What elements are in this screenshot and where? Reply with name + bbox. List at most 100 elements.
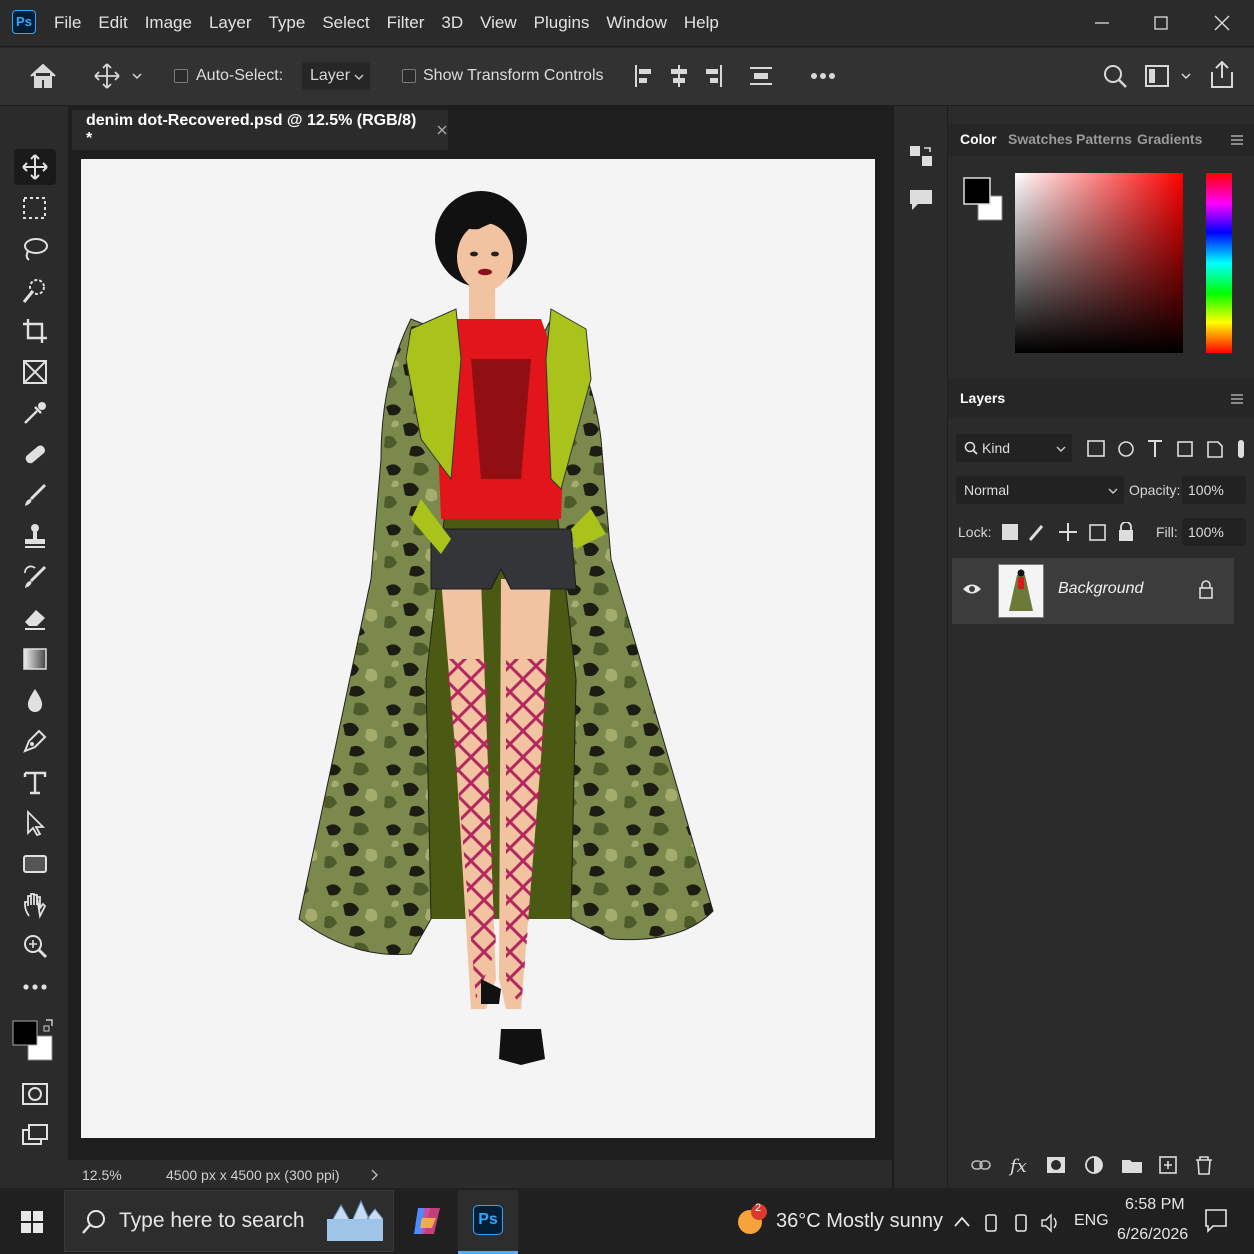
maximize-button[interactable] — [1131, 0, 1191, 46]
color-field[interactable] — [1015, 173, 1183, 353]
menu-image[interactable]: Image — [145, 0, 201, 46]
notifications-icon[interactable] — [1204, 1208, 1228, 1234]
screen-mode-button[interactable] — [14, 1117, 56, 1153]
rectangle-tool[interactable] — [14, 846, 56, 882]
healing-tool[interactable] — [14, 436, 56, 472]
blend-mode-select[interactable]: Normal — [956, 476, 1124, 504]
layer-filter-icons[interactable] — [1086, 438, 1246, 460]
image-filter-icon[interactable] — [1087, 440, 1105, 457]
photoshop-taskbar-app[interactable]: Ps — [458, 1190, 518, 1254]
lock-transparent-icon[interactable] — [1002, 524, 1018, 540]
menu-help[interactable]: Help — [684, 0, 728, 46]
foreground-color-swatch[interactable] — [963, 177, 991, 205]
frame-tool[interactable] — [14, 354, 56, 390]
lock-image-icon[interactable] — [1028, 525, 1044, 541]
menu-plugins[interactable]: Plugins — [534, 0, 599, 46]
workspace-button[interactable] — [1144, 63, 1194, 89]
eyedropper-tool[interactable] — [14, 395, 56, 431]
type-filter-icon[interactable] — [1148, 440, 1162, 457]
layers-panel-title[interactable]: Layers — [960, 390, 1005, 406]
new-group-icon[interactable] — [1122, 1160, 1142, 1173]
copilot-app[interactable] — [410, 1204, 444, 1238]
minimize-button[interactable] — [1072, 0, 1132, 46]
crop-tool[interactable] — [14, 313, 56, 349]
lock-artboard-icon[interactable] — [1089, 524, 1106, 541]
clock-date[interactable]: 6/26/2026 — [1117, 1226, 1188, 1244]
menu-type[interactable]: Type — [268, 0, 314, 46]
auto-select-checkbox[interactable] — [174, 69, 188, 83]
zoom-level[interactable]: 12.5% — [82, 1167, 122, 1183]
tab-patterns[interactable]: Patterns — [1076, 131, 1132, 147]
properties-icon[interactable] — [908, 144, 934, 168]
fill-input[interactable]: 100% — [1182, 518, 1246, 546]
lasso-tool[interactable] — [14, 231, 56, 267]
layer-name[interactable]: Background — [1058, 580, 1143, 598]
pen-tool[interactable] — [14, 723, 56, 759]
search-button[interactable] — [1102, 63, 1128, 89]
delete-layer-icon[interactable] — [1196, 1156, 1212, 1175]
lock-position-icon[interactable] — [1059, 523, 1077, 541]
battery-icon[interactable] — [1015, 1214, 1027, 1232]
taskbar-search[interactable]: Type here to search — [64, 1190, 394, 1252]
tab-swatches[interactable]: Swatches — [1008, 131, 1073, 147]
lock-icon[interactable] — [1198, 580, 1214, 600]
move-tool-preset[interactable] — [94, 62, 144, 90]
gradient-tool[interactable] — [14, 641, 56, 677]
hand-tool[interactable] — [14, 887, 56, 923]
chevron-right-icon[interactable] — [370, 1169, 378, 1181]
layer-select[interactable]: Layer — [302, 62, 370, 90]
swap-colors-icon[interactable] — [43, 1019, 53, 1032]
document-tab[interactable]: denim dot-Recovered.psd @ 12.5% (RGB/8) … — [72, 110, 448, 150]
shape-filter-icon[interactable] — [1177, 441, 1193, 457]
add-mask-icon[interactable] — [1047, 1157, 1065, 1173]
menu-window[interactable]: Window — [606, 0, 675, 46]
zoom-tool[interactable] — [14, 928, 56, 964]
fx-icon[interactable]: fx — [1008, 1156, 1027, 1177]
smart-object-filter-icon[interactable] — [1207, 441, 1223, 458]
layer-row[interactable]: Background — [952, 558, 1234, 624]
type-tool[interactable] — [14, 764, 56, 800]
chevron-up-icon[interactable] — [954, 1216, 970, 1227]
volume-icon[interactable] — [1041, 1213, 1057, 1233]
align-center-icon[interactable] — [671, 65, 687, 87]
panel-menu-icon[interactable] — [1230, 393, 1244, 405]
close-tab-icon[interactable] — [436, 124, 448, 136]
path-select-tool[interactable] — [14, 805, 56, 841]
new-layer-icon[interactable] — [1159, 1156, 1177, 1174]
quick-mask-button[interactable] — [14, 1076, 56, 1112]
menu-layer[interactable]: Layer — [209, 0, 261, 46]
windows-icon[interactable] — [20, 1210, 44, 1234]
eye-icon[interactable] — [962, 582, 982, 596]
language-indicator[interactable]: ENG — [1074, 1212, 1109, 1230]
adjustment-layer-icon[interactable] — [1085, 1156, 1103, 1174]
comments-icon[interactable] — [908, 188, 934, 212]
foreground-color-swatch[interactable] — [12, 1020, 38, 1046]
filter-toggle[interactable] — [1238, 440, 1244, 458]
tab-color[interactable]: Color — [960, 131, 997, 147]
tab-gradients[interactable]: Gradients — [1137, 131, 1202, 147]
menu-edit[interactable]: Edit — [98, 0, 136, 46]
blur-tool[interactable] — [14, 682, 56, 718]
menu-3d[interactable]: 3D — [441, 0, 472, 46]
history-brush-tool[interactable] — [14, 559, 56, 595]
close-button[interactable] — [1192, 0, 1252, 46]
color-panel-swatches[interactable] — [962, 176, 1006, 224]
lock-icons[interactable] — [1000, 522, 1140, 544]
share-button[interactable] — [1208, 60, 1236, 90]
clock-time[interactable]: 6:58 PM — [1125, 1196, 1185, 1214]
menu-filter[interactable]: Filter — [387, 0, 434, 46]
menu-view[interactable]: View — [480, 0, 526, 46]
network-icon[interactable] — [985, 1214, 997, 1232]
document-canvas[interactable] — [81, 159, 875, 1138]
eraser-tool[interactable] — [14, 600, 56, 636]
distribute-icon[interactable] — [750, 67, 772, 85]
align-left-icon[interactable] — [635, 65, 651, 87]
hue-slider[interactable] — [1206, 173, 1232, 353]
panel-menu-icon[interactable] — [1230, 134, 1244, 146]
opacity-input[interactable]: 100% — [1182, 476, 1246, 504]
marquee-tool[interactable] — [14, 190, 56, 226]
adjustment-filter-icon[interactable] — [1118, 441, 1134, 457]
brush-tool[interactable] — [14, 477, 56, 513]
photoshop-logo[interactable]: Ps — [12, 10, 36, 34]
layer-filter-select[interactable]: Kind — [956, 434, 1072, 462]
